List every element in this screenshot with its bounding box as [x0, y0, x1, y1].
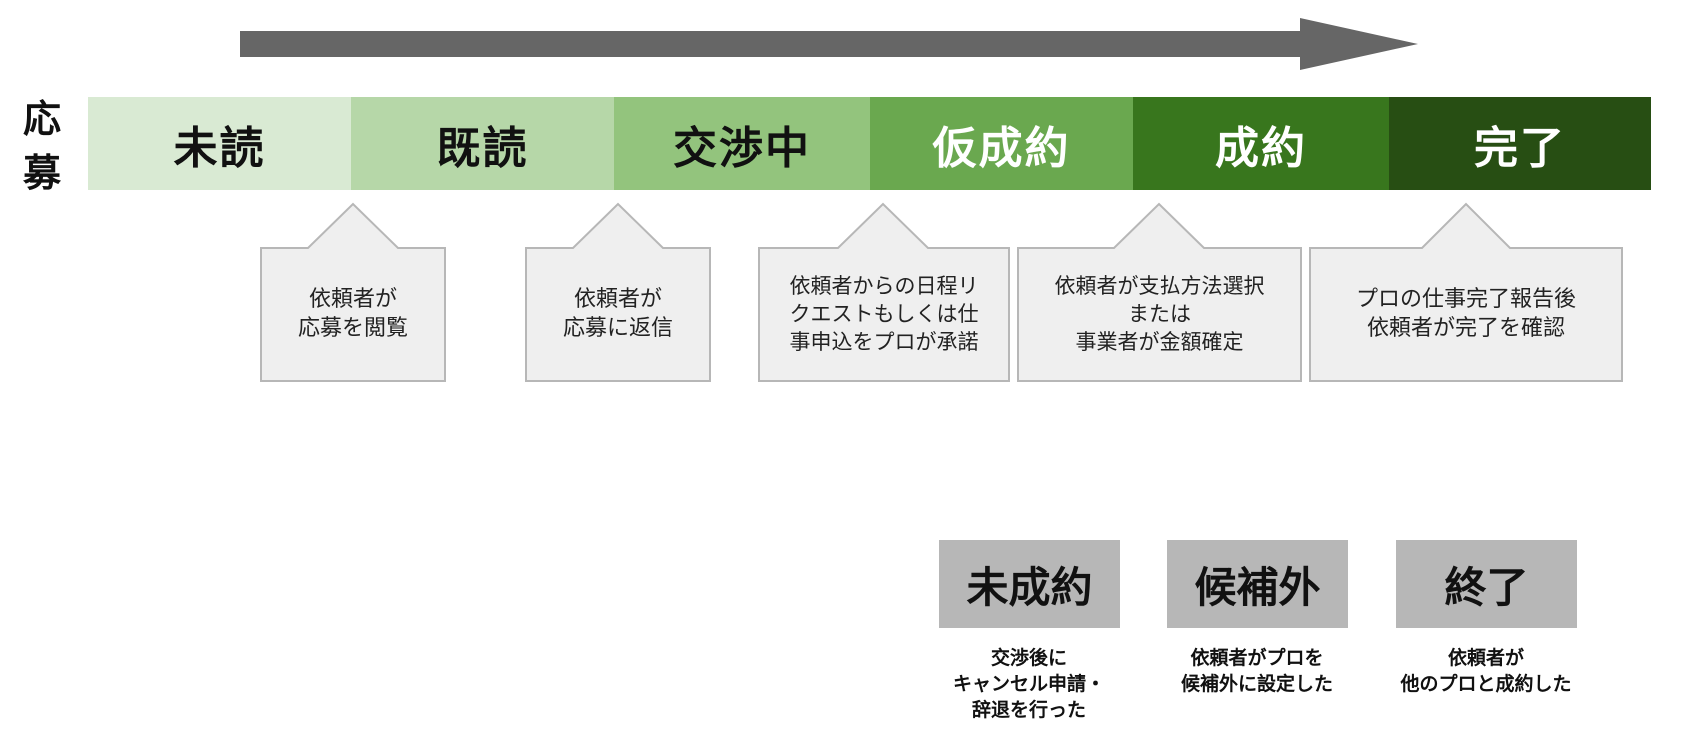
- callout-text: 依頼者からの日程リ クエストもしくは仕 事申込をプロが承諾: [758, 248, 1010, 380]
- stage-contract: 成約: [1133, 97, 1389, 190]
- callout-text: 依頼者が 応募を閲覧: [260, 248, 446, 380]
- stage-label: 既読: [436, 122, 529, 174]
- status-excluded: 候補外: [1167, 540, 1348, 628]
- status-desc-line: 候補外に設定した: [1180, 673, 1333, 695]
- status-desc-line: 依頼者がプロを: [1190, 647, 1324, 669]
- side-label-char: 募: [22, 151, 61, 195]
- callout-line: プロの仕事完了報告後: [1355, 287, 1576, 312]
- callout-provisional-to-contract: 依頼者が支払方法選択 または 事業者が金額確定: [1017, 202, 1302, 382]
- status-excluded-desc: 依頼者がプロを 候補外に設定した: [1147, 645, 1367, 697]
- callout-read-to-negotiating: 依頼者が 応募に返信: [525, 202, 711, 382]
- stage-read: 既読: [351, 97, 614, 190]
- stage-label: 未読: [173, 122, 266, 174]
- status-label: 終了: [1444, 562, 1529, 612]
- status-desc-line: 交渉後に: [990, 647, 1067, 669]
- side-label-application: 応 募: [14, 92, 70, 200]
- callout-line: 応募を閲覧: [297, 316, 408, 341]
- stage-unread: 未読: [88, 97, 351, 190]
- callout-line: または: [1128, 302, 1191, 326]
- progress-arrow: [240, 18, 1418, 70]
- stage-negotiating: 交渉中: [614, 97, 870, 190]
- status-label: 未成約: [966, 562, 1093, 612]
- callout-line: 事申込をプロが承諾: [789, 330, 979, 354]
- callout-contract-to-complete: プロの仕事完了報告後 依頼者が完了を確認: [1309, 202, 1623, 382]
- callout-line: 応募に返信: [562, 316, 673, 341]
- status-label: 候補外: [1194, 562, 1321, 612]
- callout-line: 依頼者が: [308, 287, 397, 312]
- progress-arrow-shape: [240, 18, 1418, 70]
- status-desc-line: 他のプロと成約した: [1400, 673, 1572, 695]
- stage-label: 成約: [1215, 122, 1307, 174]
- stage-label: 交渉中: [673, 122, 811, 174]
- status-desc-line: キャンセル申請・: [952, 673, 1105, 695]
- side-label-char: 応: [22, 97, 61, 141]
- stage-label: 完了: [1474, 122, 1566, 174]
- status-not-contracted: 未成約: [939, 540, 1120, 628]
- stage-provisional-contract: 仮成約: [870, 97, 1133, 190]
- status-ended: 終了: [1396, 540, 1577, 628]
- callout-line: 依頼者が完了を確認: [1366, 316, 1565, 341]
- status-desc-line: 辞退を行った: [971, 699, 1086, 721]
- callout-line: 事業者が金額確定: [1075, 330, 1244, 354]
- callout-unread-to-read: 依頼者が 応募を閲覧: [260, 202, 446, 382]
- callout-line: 依頼者からの日程リ: [789, 274, 979, 298]
- status-not-contracted-desc: 交渉後に キャンセル申請・ 辞退を行った: [919, 645, 1139, 723]
- callout-line: 依頼者が支払方法選択: [1054, 274, 1265, 298]
- callout-line: 依頼者が: [573, 287, 662, 312]
- callout-negotiating-to-provisional: 依頼者からの日程リ クエストもしくは仕 事申込をプロが承諾: [758, 202, 1010, 382]
- stage-label: 仮成約: [932, 122, 1071, 174]
- status-ended-desc: 依頼者が 他のプロと成約した: [1376, 645, 1596, 697]
- status-desc-line: 依頼者が: [1447, 647, 1524, 669]
- callout-text: 依頼者が支払方法選択 または 事業者が金額確定: [1017, 248, 1302, 380]
- callout-text: プロの仕事完了報告後 依頼者が完了を確認: [1309, 248, 1623, 380]
- callout-line: クエストもしくは仕: [789, 302, 979, 326]
- stage-complete: 完了: [1389, 97, 1651, 190]
- callout-text: 依頼者が 応募に返信: [525, 248, 711, 380]
